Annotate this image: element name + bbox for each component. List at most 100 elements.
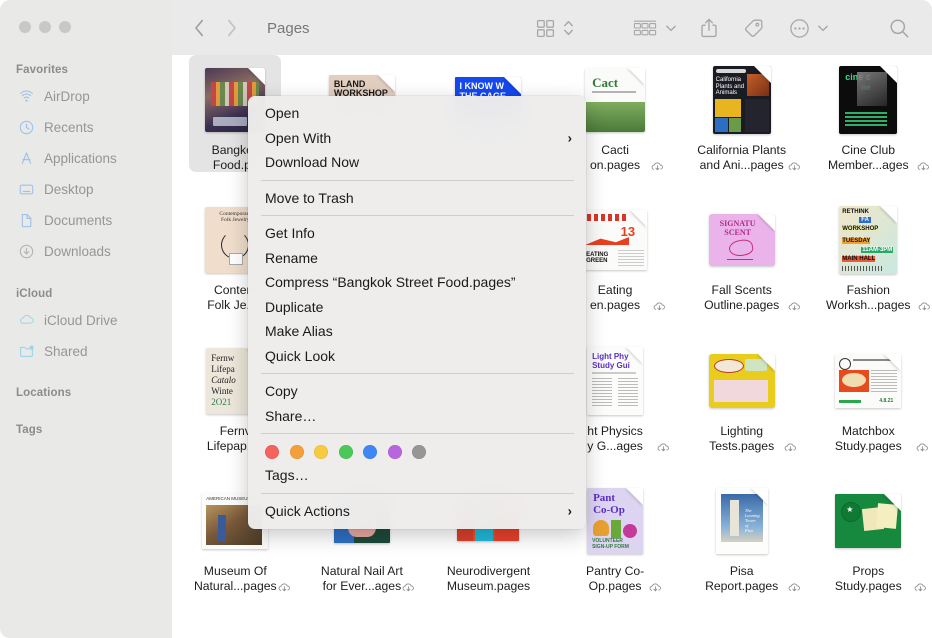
tag-color-green[interactable] (338, 445, 353, 459)
traffic-lights (19, 21, 71, 33)
icloud-download-badge[interactable] (278, 580, 291, 598)
file-item-lighting-tests[interactable]: Lighting Tests.pages (678, 336, 805, 476)
chevron-up-down-icon[interactable] (558, 13, 578, 43)
menu-item-label: Duplicate (265, 298, 324, 315)
tag-color-purple[interactable] (387, 445, 402, 459)
menu-item-label: Quick Look (265, 347, 336, 364)
page-title: Pages (267, 19, 310, 37)
tag-color-orange[interactable] (289, 445, 304, 459)
tag-color-blue[interactable] (363, 445, 377, 459)
sidebar-item-downloads[interactable]: Downloads (0, 239, 190, 263)
icloud-download-badge[interactable] (653, 299, 666, 317)
chevron-down-icon[interactable] (662, 13, 680, 43)
file-item-selection[interactable]: California Plants and Animals California P… (696, 55, 800, 172)
icloud-download-badge[interactable] (402, 580, 415, 598)
menu-item-move-to-trash[interactable]: Move to Trash (248, 186, 586, 211)
sidebar-item-recents[interactable]: Recents (0, 115, 190, 139)
tag-color-swatches[interactable] (248, 439, 586, 463)
desktop-icon (18, 181, 35, 198)
file-item-selection[interactable]: 4.8.21 Matchbox Study.pages (822, 336, 928, 453)
menu-item-make-alias[interactable]: Make Alias (248, 319, 586, 344)
menu-separator (261, 492, 574, 494)
file-item-selection[interactable]: RETHINK FA WORKSHOP TUESDAY 11AM-3PM MAI… (822, 195, 930, 312)
sidebar-item-documents[interactable]: Documents (0, 208, 190, 232)
icloud-download-badge[interactable] (917, 159, 930, 177)
chevron-down-icon[interactable] (814, 13, 832, 43)
sidebar-item-label: Recents (44, 119, 94, 135)
file-item-selection[interactable]: SIGNATU SCENT Fall Scents Outline.pages (696, 195, 800, 312)
tag-icon[interactable] (740, 13, 766, 43)
sidebar: Favorites AirDrop Recents Applications D… (0, 0, 172, 638)
menu-item-copy[interactable]: Copy (248, 379, 586, 404)
sidebar-item-label: Documents (44, 212, 113, 228)
tag-color-yellow[interactable] (314, 445, 328, 459)
file-item-fashion-workshop[interactable]: RETHINK FA WORKSHOP TUESDAY 11AM-3PM MAI… (805, 195, 932, 335)
file-thumbnail: 13 EATING GREEN (578, 203, 652, 277)
menu-item-tags[interactable]: Tags… (248, 463, 586, 488)
close-button[interactable] (19, 21, 31, 33)
menu-item-label: Make Alias (265, 323, 333, 340)
menu-item-share[interactable]: Share… (248, 404, 586, 429)
menu-item-label: Move to Trash (265, 189, 354, 206)
icloud-download-badge[interactable] (649, 580, 662, 598)
menu-item-quick-actions[interactable]: Quick Actions › (248, 499, 586, 524)
icloud-download-badge[interactable] (788, 159, 801, 177)
grid-view-icon[interactable] (532, 13, 558, 43)
icloud-download-badge[interactable] (788, 580, 801, 598)
menu-item-label: Download Now (265, 154, 360, 171)
forward-button[interactable] (218, 13, 244, 43)
icloud-download-badge[interactable] (916, 440, 929, 458)
group-list-icon[interactable] (630, 13, 660, 43)
sidebar-item-airdrop[interactable]: AirDrop (0, 84, 190, 108)
menu-item-quick-look[interactable]: Quick Look (248, 344, 586, 369)
ellipsis-circle-icon[interactable] (786, 13, 812, 43)
sidebar-section-icloud: iCloud (16, 288, 53, 300)
menu-item-get-info[interactable]: Get Info (248, 221, 586, 246)
zoom-button[interactable] (59, 21, 71, 33)
menu-item-compress[interactable]: Compress “Bangkok Street Food.pages” (248, 270, 586, 295)
sidebar-item-label: Applications (44, 150, 117, 166)
file-item-selection[interactable]: ★ Props Study.pages (822, 476, 926, 593)
menu-item-label: Open (265, 105, 300, 122)
submenu-chevron-icon: › (567, 503, 572, 519)
toolbar: Pages (172, 0, 932, 55)
file-item-california-plants[interactable]: California Plants and Animals California P… (678, 55, 805, 195)
file-item-selection[interactable]: cine c ne Cine Club Member...ages (822, 55, 929, 172)
airdrop-icon (18, 88, 35, 105)
file-item-matchbox[interactable]: 4.8.21 Matchbox Study.pages (805, 336, 932, 476)
context-menu[interactable]: Open Open With › Download Now Move to Tr… (248, 96, 586, 529)
search-icon[interactable] (886, 13, 912, 43)
menu-item-label: Get Info (265, 225, 315, 242)
icloud-download-badge[interactable] (788, 299, 801, 317)
menu-item-open-with[interactable]: Open With › (248, 126, 586, 151)
file-item-selection[interactable]: The Leaning Tower of Pisa Pisa Report.pages (696, 476, 800, 593)
sidebar-item-desktop[interactable]: Desktop (0, 177, 190, 201)
tag-color-red[interactable] (265, 445, 279, 459)
tag-color-gray[interactable] (412, 445, 426, 459)
menu-item-open[interactable]: Open (248, 101, 586, 126)
minimize-button[interactable] (39, 21, 51, 33)
menu-item-duplicate[interactable]: Duplicate (248, 295, 586, 320)
file-item-selection[interactable]: Lighting Tests.pages (696, 336, 796, 453)
file-item-pisa-report[interactable]: The Leaning Tower of Pisa Pisa Report.pages (678, 476, 805, 616)
icloud-download-badge[interactable] (657, 440, 670, 458)
file-thumbnail: Light Phy Study Gui (578, 344, 652, 418)
share-icon[interactable] (696, 13, 722, 43)
file-item-props-study[interactable]: ★ Props Study.pages (805, 476, 932, 616)
file-label: Props Study.pages (834, 564, 902, 593)
back-button[interactable] (186, 13, 212, 43)
file-item-fall-scents[interactable]: SIGNATU SCENT Fall Scents Outline.pages (678, 195, 805, 335)
sidebar-item-applications[interactable]: Applications (0, 146, 190, 170)
cloud-icon (18, 312, 35, 329)
sidebar-item-shared[interactable]: Shared (0, 339, 190, 363)
file-item-cine-club[interactable]: cine c ne Cine Club Member...ages (805, 55, 932, 195)
file-label: Matchbox Study.pages (834, 424, 902, 453)
sidebar-item-icloud-drive[interactable]: iCloud Drive (0, 308, 190, 332)
icloud-download-badge[interactable] (918, 299, 931, 317)
file-label: California Plants and Ani...pages (697, 143, 787, 172)
icloud-download-badge[interactable] (651, 159, 664, 177)
menu-item-download-now[interactable]: Download Now (248, 150, 586, 175)
icloud-download-badge[interactable] (784, 440, 797, 458)
icloud-download-badge[interactable] (914, 580, 927, 598)
menu-item-rename[interactable]: Rename (248, 246, 586, 271)
